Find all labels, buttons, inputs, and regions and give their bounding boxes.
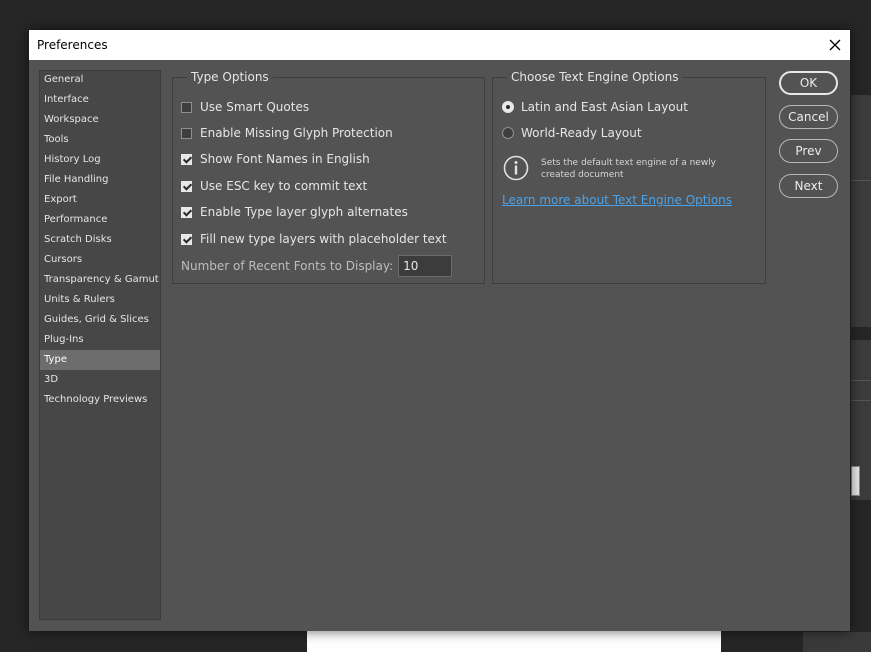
- close-icon: [829, 39, 841, 51]
- sidebar-item-units-rulers[interactable]: Units & Rulers: [40, 290, 160, 310]
- latin-east-asian-option[interactable]: Latin and East Asian Layout: [502, 99, 688, 115]
- glyph-alternates-checkbox[interactable]: [181, 206, 192, 218]
- world-ready-radio[interactable]: [502, 127, 514, 139]
- recent-fonts-input[interactable]: 10: [398, 255, 453, 277]
- esc-commit-option[interactable]: Use ESC key to commit text: [181, 178, 367, 194]
- type-options-legend: Type Options: [191, 70, 269, 84]
- sidebar-item-history-log[interactable]: History Log: [40, 150, 160, 170]
- placeholder-text-checkbox[interactable]: [181, 233, 192, 245]
- recent-fonts-label: Number of Recent Fonts to Display:: [181, 259, 394, 273]
- sidebar-item-plug-ins[interactable]: Plug-Ins: [40, 330, 160, 350]
- background-divider: [851, 180, 871, 181]
- esc-commit-checkbox[interactable]: [181, 180, 192, 192]
- background-divider: [851, 380, 871, 381]
- sidebar-item-file-handling[interactable]: File Handling: [40, 170, 160, 190]
- dialog-title: Preferences: [37, 38, 108, 52]
- glyph-alternates-option[interactable]: Enable Type layer glyph alternates: [181, 204, 408, 220]
- background-panel: [851, 95, 871, 327]
- latin-east-asian-radio[interactable]: [502, 101, 514, 113]
- smart-quotes-option[interactable]: Use Smart Quotes: [181, 99, 309, 115]
- sidebar-item-scratch-disks[interactable]: Scratch Disks: [40, 230, 160, 250]
- font-names-english-checkbox[interactable]: [181, 153, 192, 165]
- background-swatch: [851, 466, 860, 496]
- missing-glyph-option[interactable]: Enable Missing Glyph Protection: [181, 125, 393, 141]
- info-text: Sets the default text engine of a newly …: [541, 158, 717, 180]
- option-label: Latin and East Asian Layout: [521, 100, 688, 114]
- text-engine-legend: Choose Text Engine Options: [511, 70, 679, 84]
- info-icon: [503, 155, 529, 181]
- option-label: Use ESC key to commit text: [200, 179, 368, 193]
- dialog-titlebar: Preferences: [29, 30, 850, 60]
- background-strip: [803, 632, 871, 652]
- sidebar-item-3d[interactable]: 3D: [40, 370, 160, 390]
- missing-glyph-checkbox[interactable]: [181, 127, 192, 139]
- sidebar-item-workspace[interactable]: Workspace: [40, 110, 160, 130]
- sidebar-item-general[interactable]: General: [40, 70, 160, 90]
- sidebar-item-export[interactable]: Export: [40, 190, 160, 210]
- sidebar-item-cursors[interactable]: Cursors: [40, 250, 160, 270]
- prev-button[interactable]: Prev: [779, 139, 838, 163]
- background-divider: [851, 400, 871, 401]
- option-label: Show Font Names in English: [200, 152, 370, 166]
- preferences-sidebar: General Interface Workspace Tools Histor…: [39, 70, 161, 620]
- sidebar-item-interface[interactable]: Interface: [40, 90, 160, 110]
- option-label: Enable Type layer glyph alternates: [200, 205, 408, 219]
- ok-button[interactable]: OK: [779, 71, 838, 95]
- option-label: World-Ready Layout: [521, 126, 642, 140]
- option-label: Enable Missing Glyph Protection: [200, 126, 393, 140]
- sidebar-item-performance[interactable]: Performance: [40, 210, 160, 230]
- sidebar-item-transparency-gamut[interactable]: Transparency & Gamut: [40, 270, 160, 290]
- sidebar-item-technology-previews[interactable]: Technology Previews: [40, 390, 160, 410]
- type-options-group: Type Options Use Smart Quotes Enable Mis…: [172, 70, 485, 284]
- option-label: Fill new type layers with placeholder te…: [200, 232, 447, 246]
- preferences-dialog: Preferences General Interface Workspace …: [29, 30, 850, 631]
- sidebar-list: General Interface Workspace Tools Histor…: [40, 70, 160, 410]
- next-button[interactable]: Next: [779, 174, 838, 198]
- font-names-english-option[interactable]: Show Font Names in English: [181, 151, 370, 167]
- close-button[interactable]: [820, 30, 850, 60]
- world-ready-option[interactable]: World-Ready Layout: [502, 125, 642, 141]
- option-label: Use Smart Quotes: [200, 100, 310, 114]
- sidebar-item-tools[interactable]: Tools: [40, 130, 160, 150]
- recent-fonts-row: Number of Recent Fonts to Display: 10: [181, 255, 453, 277]
- text-engine-options-group: Choose Text Engine Options Latin and Eas…: [492, 70, 766, 284]
- placeholder-text-option[interactable]: Fill new type layers with placeholder te…: [181, 231, 447, 247]
- background-canvas: [307, 630, 721, 652]
- smart-quotes-checkbox[interactable]: [181, 101, 192, 113]
- sidebar-item-type[interactable]: Type: [40, 350, 160, 370]
- learn-more-link[interactable]: Learn more about Text Engine Options: [502, 193, 732, 207]
- cancel-button[interactable]: Cancel: [779, 105, 838, 129]
- sidebar-item-guides-grid-slices[interactable]: Guides, Grid & Slices: [40, 310, 160, 330]
